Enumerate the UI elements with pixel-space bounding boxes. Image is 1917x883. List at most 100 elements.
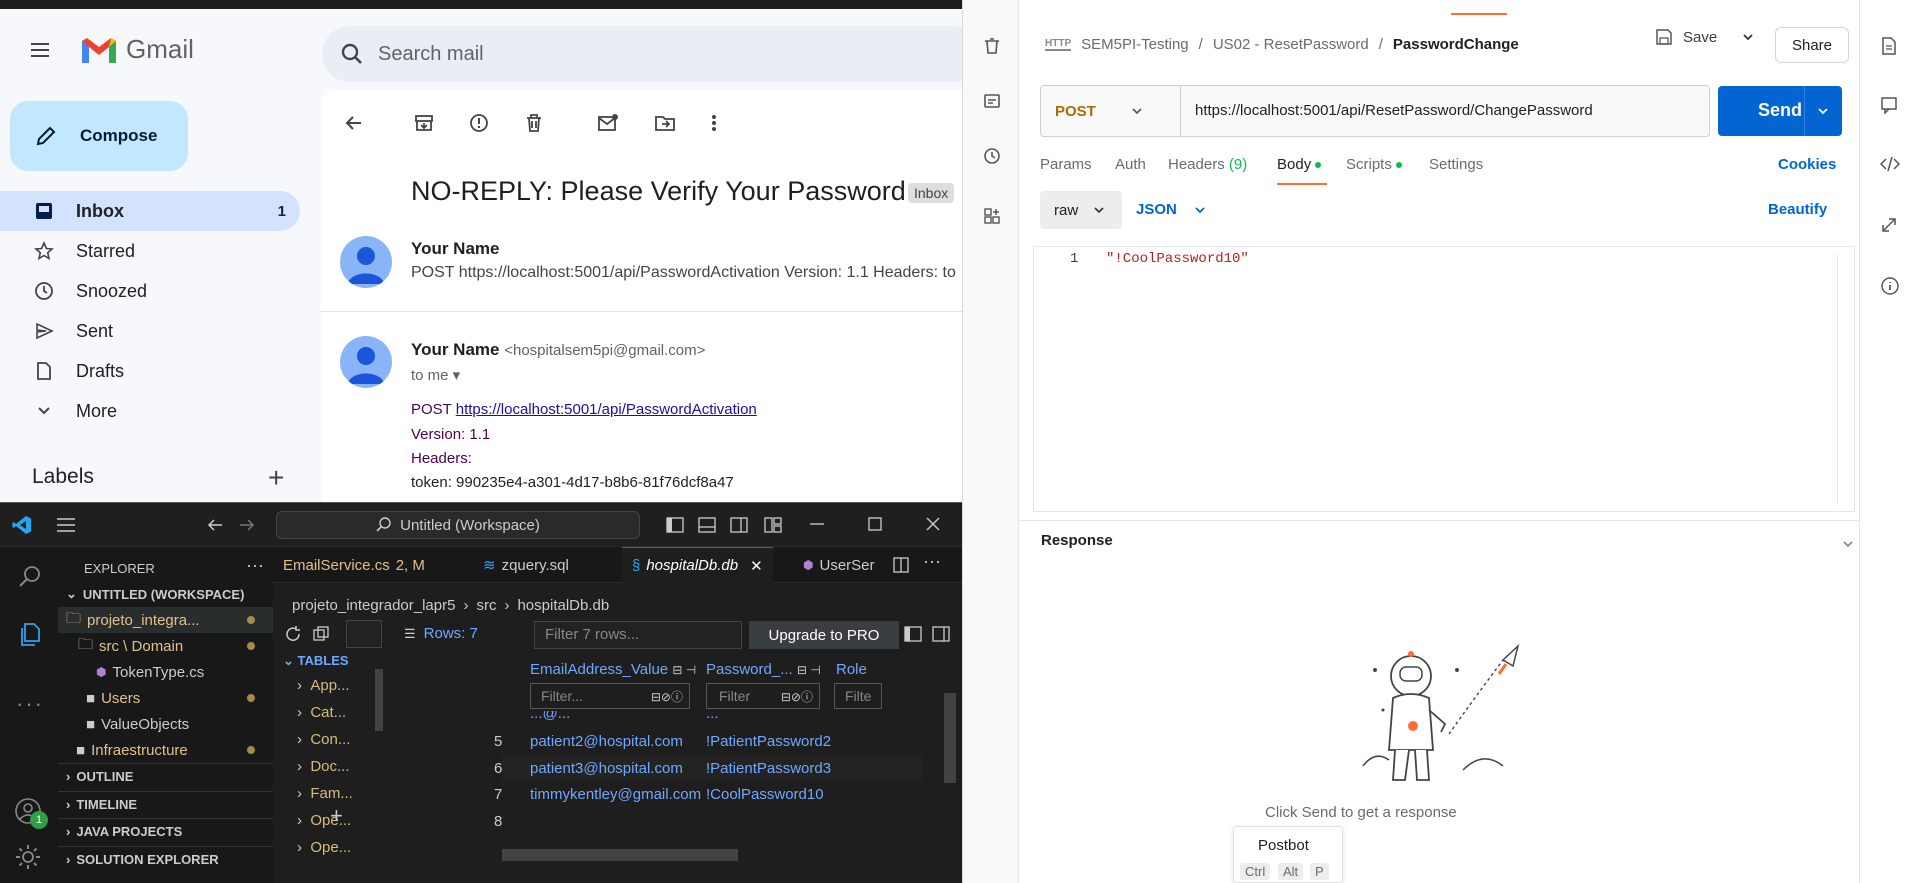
postbot-button[interactable]: Postbot Ctrl Alt P bbox=[1233, 826, 1343, 883]
close-icon[interactable] bbox=[926, 517, 940, 531]
gear-icon[interactable] bbox=[14, 843, 42, 871]
editor-scrollbar[interactable] bbox=[1837, 255, 1838, 505]
tree-item-infraestructure[interactable]: ■ Infraestructure bbox=[58, 737, 273, 763]
java-projects-section[interactable]: › JAVA PROJECTS bbox=[58, 818, 273, 844]
toggle-panel-icon[interactable] bbox=[698, 517, 716, 533]
breadcrumb-collection[interactable]: SEM5PI-Testing bbox=[1081, 36, 1189, 53]
nav-item-starred[interactable]: Starred bbox=[0, 231, 300, 271]
tree-item-project[interactable]: 🗀 projeto_integra... bbox=[58, 607, 273, 633]
pin-icon[interactable]: ⊟ ⊣ bbox=[797, 663, 821, 677]
inbox-label-chip[interactable]: Inbox bbox=[908, 183, 955, 203]
tab-emailservice[interactable]: EmailService.cs 2, M bbox=[273, 547, 435, 583]
maximize-icon[interactable] bbox=[868, 517, 882, 531]
column-filter-input[interactable]: Filter... ⊟⊘ⓘ bbox=[530, 683, 690, 709]
close-icon[interactable]: ✕ bbox=[750, 557, 763, 575]
tab-body[interactable]: Body bbox=[1277, 156, 1322, 173]
refresh-icon[interactable] bbox=[284, 625, 302, 643]
avatar[interactable] bbox=[340, 236, 392, 288]
pin-icon[interactable]: ⊟ ⊣ bbox=[672, 663, 696, 677]
tab-hospitaldb[interactable]: § hospitalDb.db ✕ bbox=[622, 547, 773, 583]
breadcrumb-item[interactable]: hospitalDb.db bbox=[517, 597, 609, 614]
environment-icon[interactable] bbox=[982, 91, 1002, 111]
save-button[interactable]: Save bbox=[1655, 28, 1755, 46]
chevron-down-icon[interactable] bbox=[1741, 30, 1755, 44]
nav-item-inbox[interactable]: Inbox 1 bbox=[0, 191, 300, 231]
table-item[interactable]: › Ope... bbox=[297, 812, 351, 829]
mark-unread-icon[interactable] bbox=[597, 112, 619, 134]
more-views-icon[interactable]: ··· bbox=[16, 691, 44, 717]
documentation-icon[interactable] bbox=[1880, 36, 1898, 56]
compose-button[interactable]: Compose bbox=[10, 101, 188, 171]
customize-layout-icon[interactable] bbox=[764, 517, 782, 533]
workspace-section[interactable]: ⌄ UNTITLED (WORKSPACE) bbox=[58, 581, 273, 607]
breadcrumb-item[interactable]: src bbox=[476, 597, 496, 614]
code-icon[interactable] bbox=[1880, 156, 1900, 172]
nav-item-sent[interactable]: Sent bbox=[0, 311, 300, 351]
vertical-scrollbar[interactable] bbox=[944, 693, 956, 783]
trash-icon[interactable] bbox=[982, 36, 1002, 56]
filter-options-icon[interactable]: ⊟⊘ⓘ bbox=[651, 688, 683, 705]
body-mode-select[interactable]: raw bbox=[1040, 191, 1122, 229]
minimize-icon[interactable] bbox=[810, 523, 824, 525]
split-editor-icon[interactable] bbox=[893, 557, 909, 573]
create-label-button[interactable]: + bbox=[268, 462, 284, 494]
back-arrow-icon[interactable] bbox=[206, 517, 224, 533]
tab-scripts[interactable]: Scripts bbox=[1346, 156, 1402, 173]
nav-item-snoozed[interactable]: Snoozed bbox=[0, 271, 300, 311]
rows-filter-input[interactable]: Filter 7 rows... bbox=[534, 621, 742, 649]
column-header[interactable]: Password_... ⊟ ⊣ bbox=[706, 661, 821, 678]
grid-cell-email[interactable]: timmykentley@gmail.com bbox=[530, 786, 701, 803]
archive-icon[interactable] bbox=[413, 112, 435, 134]
body-editor[interactable]: 1 "!CoolPassword10" bbox=[1033, 246, 1855, 512]
horizontal-scrollbar[interactable] bbox=[502, 849, 738, 861]
upgrade-button[interactable]: Upgrade to PRO bbox=[749, 621, 899, 649]
history-icon[interactable] bbox=[982, 146, 1002, 166]
back-arrow-icon[interactable] bbox=[343, 112, 365, 134]
tab-headers[interactable]: Headers (9) bbox=[1168, 156, 1247, 173]
grid-cell-email[interactable]: patient2@hospital.com bbox=[530, 733, 683, 750]
grid-cell-password[interactable]: !PatientPassword3 bbox=[706, 760, 831, 777]
main-menu-icon[interactable] bbox=[28, 38, 52, 62]
recipient-details-toggle[interactable]: to me ▾ bbox=[411, 366, 460, 384]
column-filter-input[interactable]: Filter ⊟⊘ⓘ bbox=[706, 683, 820, 709]
table-item[interactable]: › App... bbox=[297, 677, 350, 694]
tree-item-users[interactable]: ■ Users bbox=[58, 685, 273, 711]
breadcrumb-item[interactable]: projeto_integrador_lapr5 bbox=[292, 597, 455, 614]
grid-cell-password[interactable]: !CoolPassword10 bbox=[706, 786, 824, 803]
grid-cell-partial[interactable]: ...@... bbox=[530, 711, 570, 721]
report-spam-icon[interactable] bbox=[468, 112, 490, 134]
body-format-select[interactable]: JSON bbox=[1136, 201, 1207, 218]
tree-item-tokentype[interactable]: ⬢ TokenType.cs bbox=[58, 659, 273, 685]
grid-cell-partial[interactable]: ... bbox=[706, 711, 719, 721]
activation-link[interactable]: https://localhost:5001/api/PasswordActiv… bbox=[456, 401, 757, 418]
chevron-down-icon[interactable] bbox=[1816, 104, 1830, 118]
send-button[interactable]: Send bbox=[1718, 86, 1842, 136]
toggle-sidebar-icon[interactable] bbox=[904, 625, 922, 643]
beautify-button[interactable]: Beautify bbox=[1768, 201, 1827, 218]
outline-section[interactable]: › OUTLINE bbox=[58, 763, 273, 789]
avatar[interactable] bbox=[340, 336, 392, 388]
code-line[interactable]: "!CoolPassword10" bbox=[1106, 251, 1249, 267]
tab-zquery[interactable]: ≋ zquery.sql bbox=[473, 547, 579, 583]
table-item[interactable]: › Con... bbox=[297, 731, 350, 748]
cookies-link[interactable]: Cookies bbox=[1778, 156, 1836, 173]
info-icon[interactable] bbox=[1880, 276, 1900, 296]
page-size-input[interactable] bbox=[346, 620, 382, 648]
search-input[interactable]: Search mail bbox=[322, 26, 962, 82]
table-item[interactable]: › Ope... bbox=[297, 839, 351, 856]
nav-item-more[interactable]: More bbox=[0, 391, 300, 431]
toggle-sidebar-icon[interactable] bbox=[666, 517, 684, 533]
response-heading[interactable]: Response bbox=[1041, 532, 1113, 549]
gmail-logo[interactable]: Gmail bbox=[80, 34, 194, 65]
tables-scrollbar[interactable] bbox=[375, 669, 383, 731]
grid-cell-email[interactable]: patient3@hospital.com bbox=[530, 760, 683, 777]
comments-icon[interactable] bbox=[1880, 96, 1898, 114]
more-actions-icon[interactable]: ··· bbox=[923, 551, 941, 572]
explorer-icon[interactable] bbox=[17, 621, 43, 647]
trash-icon[interactable] bbox=[523, 112, 545, 134]
table-item[interactable]: › Doc... bbox=[297, 758, 350, 775]
share-button[interactable]: Share bbox=[1775, 27, 1849, 63]
breadcrumb-folder[interactable]: US02 - ResetPassword bbox=[1213, 36, 1369, 53]
timeline-section[interactable]: › TIMELINE bbox=[58, 791, 273, 817]
column-header[interactable]: Role bbox=[836, 661, 867, 678]
